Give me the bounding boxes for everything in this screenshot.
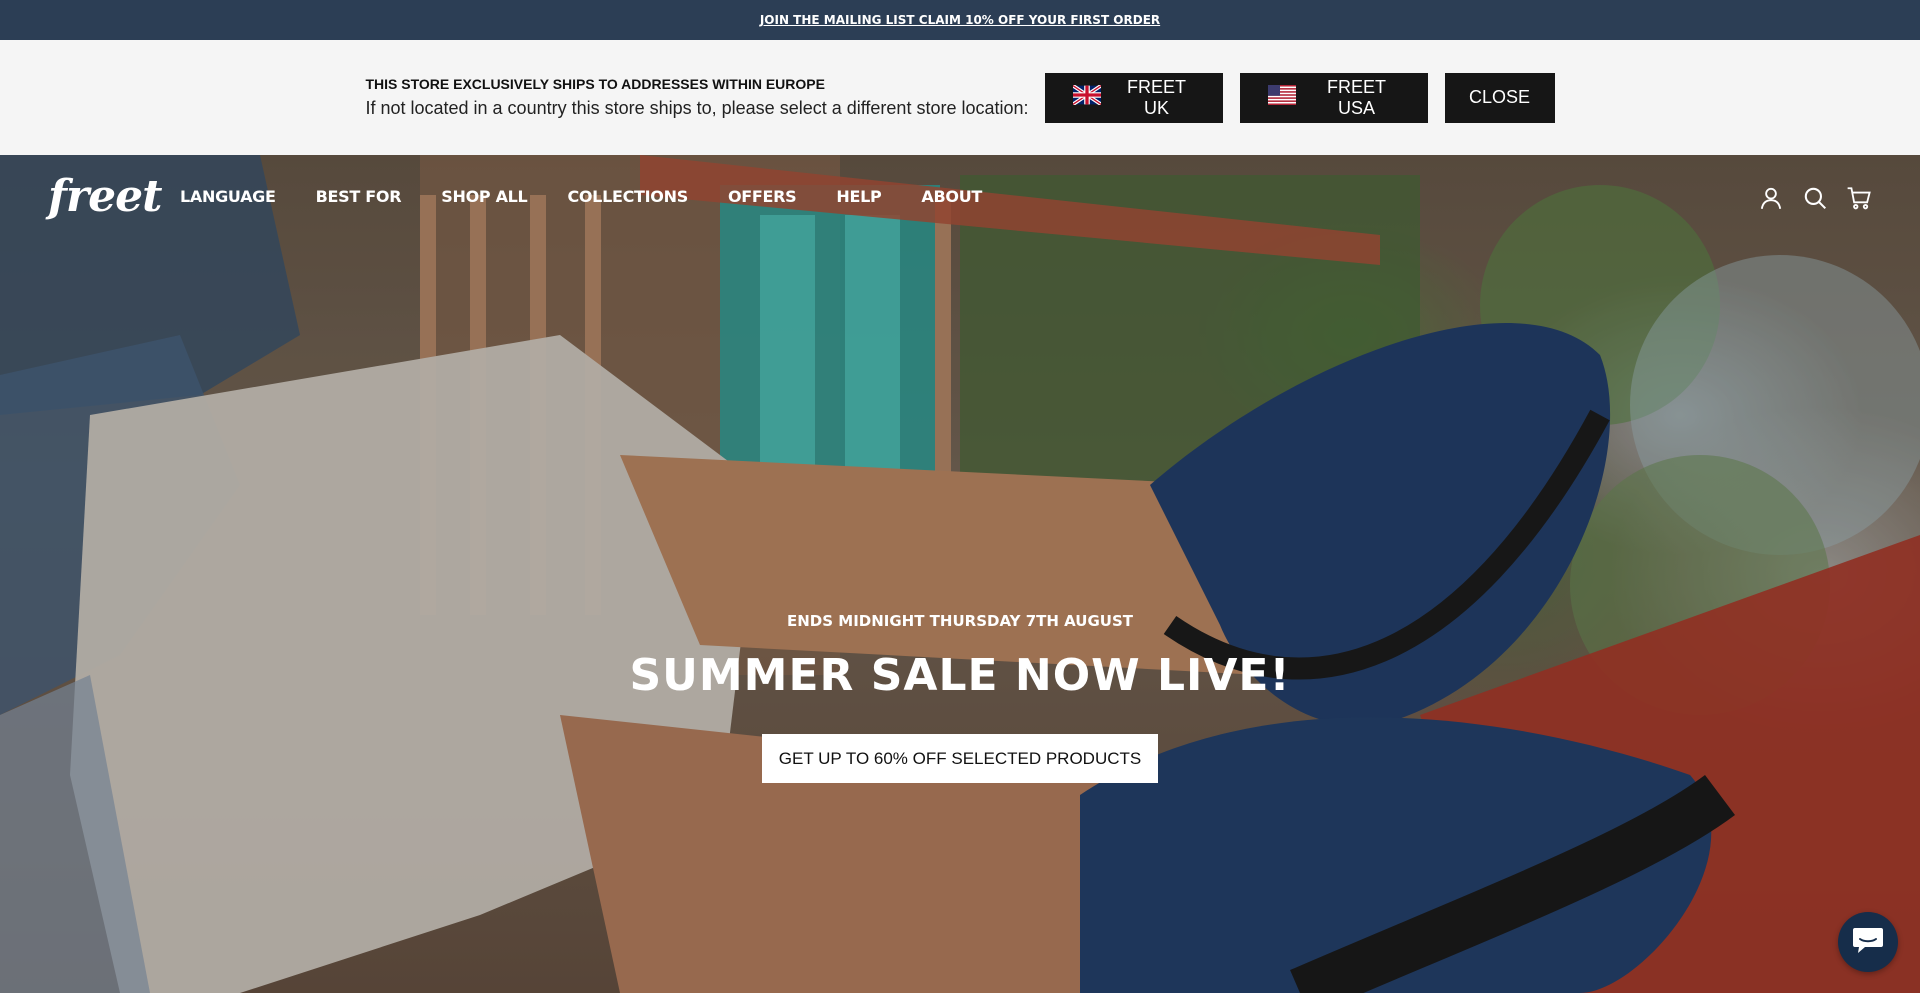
- site-header: freet LANGUAGE BEST FOR SHOP ALL COLLECT…: [0, 155, 1920, 237]
- freet-logo[interactable]: freet: [48, 171, 162, 222]
- hero-banner: [0, 155, 1920, 993]
- freet-usa-label: FREET USA: [1327, 76, 1387, 118]
- hero-title: SUMMER SALE NOW LIVE!: [629, 650, 1291, 701]
- nav-help[interactable]: HELP: [836, 187, 881, 206]
- nav-offers[interactable]: OFFERS: [728, 187, 797, 206]
- nav-language[interactable]: LANGUAGE: [180, 187, 276, 206]
- mailing-list-link[interactable]: JOIN THE MAILING LIST CLAIM 10% OFF YOUR…: [760, 13, 1160, 27]
- uk-flag-icon: [1071, 84, 1102, 110]
- hero-overlay: [0, 155, 1920, 993]
- chat-icon: [1851, 925, 1885, 960]
- store-location-banner: THIS STORE EXCLUSIVELY SHIPS TO ADDRESSE…: [0, 40, 1920, 155]
- store-location-message: THIS STORE EXCLUSIVELY SHIPS TO ADDRESSE…: [365, 76, 1028, 119]
- nav-best-for[interactable]: BEST FOR: [316, 187, 402, 206]
- freet-usa-button[interactable]: FREET USA: [1239, 72, 1428, 123]
- close-banner-button[interactable]: CLOSE: [1444, 72, 1555, 123]
- announcement-bar: JOIN THE MAILING LIST CLAIM 10% OFF YOUR…: [0, 0, 1920, 40]
- close-label: CLOSE: [1469, 87, 1531, 107]
- cart-icon[interactable]: [1846, 185, 1872, 211]
- sale-cta-button[interactable]: GET UP TO 60% OFF SELECTED PRODUCTS: [762, 734, 1158, 783]
- freet-uk-button[interactable]: FREET UK: [1044, 72, 1223, 123]
- us-flag-icon: [1267, 85, 1296, 110]
- nav-about[interactable]: ABOUT: [921, 187, 982, 206]
- main-nav: LANGUAGE BEST FOR SHOP ALL COLLECTIONS O…: [180, 187, 1022, 206]
- store-location-subtitle: If not located in a country this store s…: [365, 98, 1029, 118]
- freet-uk-label: FREET UK: [1127, 76, 1187, 118]
- nav-collections[interactable]: COLLECTIONS: [567, 187, 688, 206]
- nav-shop-all[interactable]: SHOP ALL: [441, 187, 527, 206]
- sale-end-date: ENDS MIDNIGHT THURSDAY 7TH AUGUST: [786, 612, 1134, 630]
- header-icons: [1740, 185, 1872, 211]
- store-location-title: THIS STORE EXCLUSIVELY SHIPS TO ADDRESSE…: [365, 76, 825, 92]
- search-icon[interactable]: [1802, 185, 1828, 211]
- account-icon[interactable]: [1758, 185, 1784, 211]
- chat-button[interactable]: [1838, 912, 1898, 972]
